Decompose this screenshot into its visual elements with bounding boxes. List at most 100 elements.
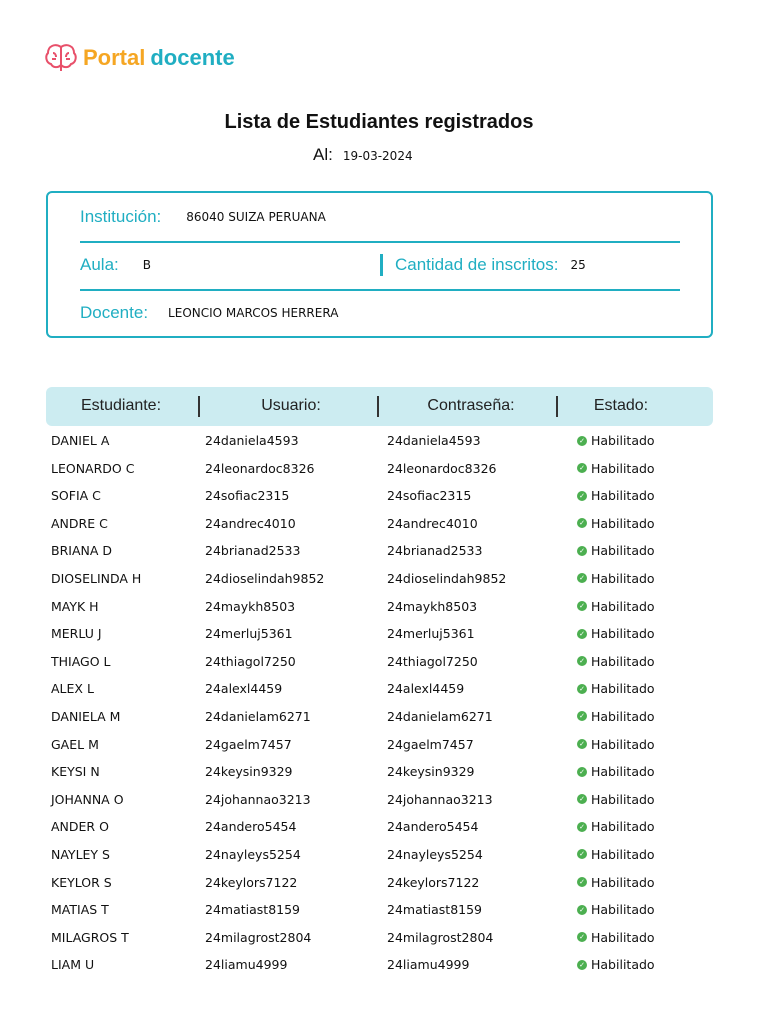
status-text: Habilitado xyxy=(591,846,655,862)
status-badge: ✓ Habilitado xyxy=(577,599,655,614)
classroom-row: Aula: B xyxy=(80,255,151,275)
table-row: LEONARDO C 24leonardoc8326 24leonardoc8326… xyxy=(0,459,768,487)
student-password: 24andero5454 xyxy=(387,819,479,835)
report-date: Al: 19-03-2024 xyxy=(313,145,413,165)
student-password: 24keysin9329 xyxy=(387,764,475,780)
student-username: 24dioselindah9852 xyxy=(205,570,325,586)
status-badge: ✓ Habilitado xyxy=(577,847,655,862)
student-name: LEONARDO C xyxy=(51,460,135,476)
student-name: MAYK H xyxy=(51,598,99,614)
table-row: MERLU J 24merluj5361 24merluj5361 ✓ Habilita… xyxy=(0,624,768,652)
divider xyxy=(80,241,680,243)
table-row: THIAGO L 24thiagol7250 24thiagol7250 ✓ Habil… xyxy=(0,652,768,680)
table-row: SOFIA C 24sofiac2315 24sofiac2315 ✓ Habilita… xyxy=(0,486,768,514)
status-text: Habilitado xyxy=(591,874,655,890)
student-name: BRIANA D xyxy=(51,543,112,559)
student-password: 24leonardoc8326 xyxy=(387,460,497,476)
header-separator xyxy=(556,396,558,417)
header-separator xyxy=(377,396,379,417)
student-username: 24matiast8159 xyxy=(205,902,301,918)
institution-label: Institución: xyxy=(80,207,162,226)
status-text: Habilitado xyxy=(591,957,655,973)
table-row: JOHANNA O 24johannao3213 24johannao3213 ✓ Ha… xyxy=(0,790,768,818)
student-name: NAYLEY S xyxy=(51,846,110,862)
status-badge: ✓ Habilitado xyxy=(577,819,655,834)
student-username: 24merluj5361 xyxy=(205,626,293,642)
check-circle-icon: ✓ xyxy=(577,656,587,667)
student-password: 24nayleys5254 xyxy=(387,846,483,862)
status-text: Habilitado xyxy=(591,929,655,945)
table-row: KEYSI N 24keysin9329 24keysin9329 ✓ Habilita… xyxy=(0,762,768,790)
count-value: 25 xyxy=(570,258,586,272)
status-text: Habilitado xyxy=(591,488,655,504)
student-name: GAEL M xyxy=(51,736,99,752)
check-circle-icon: ✓ xyxy=(577,628,587,639)
table-row: DIOSELINDA H 24dioselindah9852 24dioselind… xyxy=(0,569,768,597)
check-circle-icon: ✓ xyxy=(577,545,587,556)
student-username: 24milagrost2804 xyxy=(205,929,312,945)
student-name: DANIELA M xyxy=(51,708,121,724)
student-username: 24nayleys5254 xyxy=(205,846,301,862)
check-circle-icon: ✓ xyxy=(577,821,587,832)
status-badge: ✓ Habilitado xyxy=(577,737,655,752)
student-username: 24brianad2533 xyxy=(205,543,301,559)
institution-value: 86040 SUIZA PERUANA xyxy=(186,210,326,224)
status-badge: ✓ Habilitado xyxy=(577,571,655,586)
student-password: 24sofiac2315 xyxy=(387,488,472,504)
student-username: 24keysin9329 xyxy=(205,764,293,780)
student-name: DIOSELINDA H xyxy=(51,570,142,586)
check-circle-icon: ✓ xyxy=(577,766,587,777)
student-name: ANDER O xyxy=(51,819,109,835)
header-status: Estado: xyxy=(593,397,649,414)
date-value: 19-03-2024 xyxy=(342,149,413,163)
student-username: 24maykh8503 xyxy=(205,598,296,614)
status-badge: ✓ Habilitado xyxy=(577,709,655,724)
check-circle-icon: ✓ xyxy=(577,932,587,943)
status-badge: ✓ Habilitado xyxy=(577,516,655,531)
student-name: MERLU J xyxy=(51,626,102,642)
student-name: JOHANNA O xyxy=(51,791,124,807)
check-circle-icon: ✓ xyxy=(577,518,587,529)
student-password: 24johannao3213 xyxy=(387,791,493,807)
student-name: KEYSI N xyxy=(51,764,100,780)
status-badge: ✓ Habilitado xyxy=(577,543,655,558)
status-badge: ✓ Habilitado xyxy=(577,681,655,696)
student-password: 24liamu4999 xyxy=(387,957,470,973)
student-name: LIAM U xyxy=(51,957,95,973)
status-badge: ✓ Habilitado xyxy=(577,875,655,890)
table-row: ANDRE C 24andrec4010 24andrec4010 ✓ Habilita… xyxy=(0,514,768,542)
table-row: NAYLEY S 24nayleys5254 24nayleys5254 ✓ Habil… xyxy=(0,845,768,873)
status-badge: ✓ Habilitado xyxy=(577,957,655,972)
status-badge: ✓ Habilitado xyxy=(577,654,655,669)
status-badge: ✓ Habilitado xyxy=(577,792,655,807)
check-circle-icon: ✓ xyxy=(577,683,587,694)
check-circle-icon: ✓ xyxy=(577,573,587,584)
status-badge: ✓ Habilitado xyxy=(577,461,655,476)
check-circle-icon: ✓ xyxy=(577,739,587,750)
table-row: MATIAS T 24matiast8159 24matiast8159 ✓ Habil… xyxy=(0,900,768,928)
student-username: 24liamu4999 xyxy=(205,957,288,973)
student-password: 24andrec4010 xyxy=(387,515,478,531)
student-name: THIAGO L xyxy=(51,653,111,669)
check-circle-icon: ✓ xyxy=(577,490,587,501)
status-text: Habilitado xyxy=(591,653,655,669)
student-password: 24danielam6271 xyxy=(387,708,493,724)
student-username: 24danielam6271 xyxy=(205,708,311,724)
check-circle-icon: ✓ xyxy=(577,904,587,915)
divider xyxy=(80,289,680,291)
student-name: ANDRE C xyxy=(51,515,108,531)
divider-vertical xyxy=(380,254,383,276)
check-circle-icon: ✓ xyxy=(577,711,587,722)
header-student: Estudiante: xyxy=(80,397,162,414)
student-name: SOFIA C xyxy=(51,488,101,504)
date-label: Al: xyxy=(313,145,333,164)
status-text: Habilitado xyxy=(591,791,655,807)
table-row: ALEX L 24alexl4459 24alexl4459 ✓ Habilitado xyxy=(0,679,768,707)
check-circle-icon: ✓ xyxy=(577,849,587,860)
count-label: Cantidad de inscritos: xyxy=(395,255,559,274)
status-text: Habilitado xyxy=(591,460,655,476)
student-username: 24sofiac2315 xyxy=(205,488,290,504)
status-text: Habilitado xyxy=(591,570,655,586)
student-username: 24alexl4459 xyxy=(205,681,283,697)
student-table-body: DANIEL A 24daniela4593 24daniela4593 ✓ Habil… xyxy=(0,431,768,983)
